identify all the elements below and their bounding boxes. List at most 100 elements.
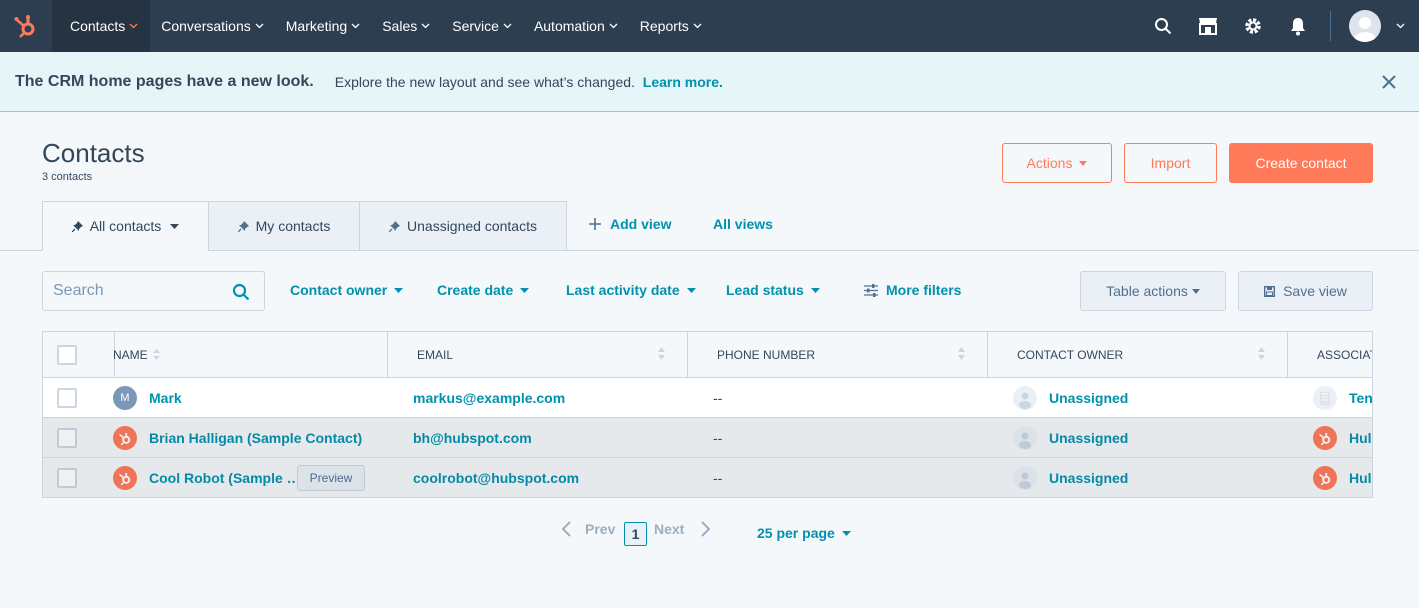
chevron-left-icon <box>562 521 571 537</box>
column-label-name: NAME <box>113 347 148 362</box>
chevron-right-icon <box>701 521 711 537</box>
prev-label: Prev <box>585 521 616 537</box>
tab-my-contacts[interactable]: My contacts <box>208 201 360 251</box>
search-input[interactable] <box>53 282 223 300</box>
column-header-owner[interactable]: CONTACT OWNER <box>988 332 1288 377</box>
tab-my-contacts-label: My contacts <box>255 218 331 234</box>
per-page-select[interactable]: 25 per page <box>757 525 851 541</box>
sort-icon <box>658 347 665 360</box>
contact-name-link[interactable]: Mark <box>149 390 182 406</box>
owner-link[interactable]: Unassigned <box>1049 470 1128 486</box>
associated-cell: Hul <box>1313 418 1372 457</box>
chevron-down-icon[interactable] <box>1381 23 1419 29</box>
nav-automation[interactable]: Automation <box>523 0 629 52</box>
user-avatar[interactable] <box>1349 10 1381 42</box>
last-activity-date-filter[interactable]: Last activity date <box>566 282 696 298</box>
pin-icon <box>389 220 401 232</box>
column-header-phone[interactable]: PHONE NUMBER <box>688 332 988 377</box>
create-date-filter[interactable]: Create date <box>437 282 530 298</box>
tab-unassigned-contacts[interactable]: Unassigned contacts <box>359 201 567 251</box>
table-row[interactable]: M Mark markus@example.com -- Unassigned … <box>43 378 1372 418</box>
create-date-filter-label: Create date <box>437 282 514 298</box>
owner-link[interactable]: Unassigned <box>1049 390 1128 406</box>
column-label-phone: PHONE NUMBER <box>717 347 816 362</box>
next-page-button[interactable]: Next <box>654 521 711 537</box>
table-actions-label: Table actions <box>1106 283 1188 299</box>
more-filters-button[interactable]: More filters <box>864 282 961 298</box>
more-filters-label: More filters <box>886 282 962 298</box>
table-row[interactable]: Brian Halligan (Sample Contact) bh@hubsp… <box>43 418 1372 458</box>
owner-cell: Unassigned <box>1013 458 1128 497</box>
save-view-label: Save view <box>1283 283 1347 299</box>
banner-text: Explore the new layout and see what’s ch… <box>335 74 723 90</box>
next-label: Next <box>654 521 685 537</box>
associated-company-link[interactable]: Hul <box>1349 430 1372 446</box>
user-icon <box>1013 465 1037 490</box>
table-actions-button[interactable]: Table actions <box>1080 271 1226 311</box>
import-button[interactable]: Import <box>1124 143 1217 183</box>
search-icon[interactable] <box>1140 0 1185 52</box>
chevron-down-icon <box>421 23 430 29</box>
select-all-checkbox[interactable] <box>57 345 77 365</box>
row-checkbox[interactable] <box>57 388 77 408</box>
email-link[interactable]: bh@hubspot.com <box>413 418 532 457</box>
tab-all-contacts[interactable]: All contacts <box>42 201 209 251</box>
nav-reports[interactable]: Reports <box>629 0 713 52</box>
column-header-email[interactable]: EMAIL <box>388 332 688 377</box>
prev-page-button[interactable]: Prev <box>562 521 615 537</box>
sort-icon <box>1258 347 1265 360</box>
hubspot-logo-icon[interactable] <box>0 0 52 52</box>
column-header-associated[interactable]: ASSOCIAT <box>1288 332 1372 377</box>
bell-icon[interactable] <box>1275 0 1320 52</box>
page-title: Contacts <box>42 138 145 168</box>
associated-company-link[interactable]: Ten <box>1349 390 1372 406</box>
nav-sales[interactable]: Sales <box>371 0 441 52</box>
save-icon <box>1264 285 1276 297</box>
contact-owner-filter[interactable]: Contact owner <box>290 282 404 298</box>
email-link[interactable]: coolrobot@hubspot.com <box>413 458 579 497</box>
preview-button[interactable]: Preview <box>297 465 365 491</box>
email-link[interactable]: markus@example.com <box>413 378 565 417</box>
actions-button[interactable]: Actions <box>1002 143 1112 183</box>
row-checkbox[interactable] <box>57 428 77 448</box>
add-view-label: Add view <box>610 216 672 232</box>
column-header-name[interactable]: NAME <box>113 332 388 377</box>
contact-name-link[interactable]: Cool Robot (Sample … <box>149 470 301 486</box>
nav-conversations[interactable]: Conversations <box>150 0 275 52</box>
caret-down-icon <box>170 223 180 229</box>
current-page[interactable]: 1 <box>624 522 647 546</box>
table-row[interactable]: Cool Robot (Sample … Preview coolrobot@h… <box>43 458 1372 497</box>
banner-title: The CRM home pages have a new look. <box>15 72 314 90</box>
phone-cell: -- <box>713 389 723 406</box>
search-icon[interactable] <box>232 283 250 304</box>
close-icon[interactable] <box>1381 74 1397 90</box>
all-views-link[interactable]: All views <box>713 216 773 232</box>
learn-more-link[interactable]: Learn more. <box>643 74 723 90</box>
add-view-button[interactable]: Add view <box>589 216 671 232</box>
user-icon <box>1013 425 1037 450</box>
nav-divider <box>1330 11 1331 41</box>
pin-icon <box>237 220 249 232</box>
chevron-down-icon <box>129 23 138 29</box>
nav-contacts-label: Contacts <box>70 18 126 34</box>
create-contact-button[interactable]: Create contact <box>1229 143 1373 183</box>
tab-all-contacts-label: All contacts <box>89 218 162 234</box>
contact-name-link[interactable]: Brian Halligan (Sample Contact) <box>149 430 362 446</box>
save-view-button[interactable]: Save view <box>1238 271 1373 311</box>
table-header: NAME EMAIL PHONE NUMBER CONTACT OWNER AS… <box>43 332 1372 378</box>
contacts-table: NAME EMAIL PHONE NUMBER CONTACT OWNER AS… <box>42 331 1373 498</box>
nav-contacts[interactable]: Contacts <box>52 0 151 52</box>
lead-status-filter[interactable]: Lead status <box>726 282 820 298</box>
caret-down-icon <box>686 287 696 293</box>
owner-link[interactable]: Unassigned <box>1049 430 1128 446</box>
contact-avatar: M <box>113 385 137 410</box>
caret-down-icon <box>841 530 851 536</box>
nav-marketing[interactable]: Marketing <box>275 0 371 52</box>
caret-down-icon <box>1191 288 1200 294</box>
row-checkbox[interactable] <box>57 468 77 488</box>
gear-icon[interactable] <box>1230 0 1275 52</box>
associated-company-link[interactable]: Hul <box>1349 470 1372 486</box>
name-cell: M Mark <box>113 378 182 417</box>
marketplace-icon[interactable] <box>1185 0 1230 52</box>
nav-service[interactable]: Service <box>441 0 523 52</box>
